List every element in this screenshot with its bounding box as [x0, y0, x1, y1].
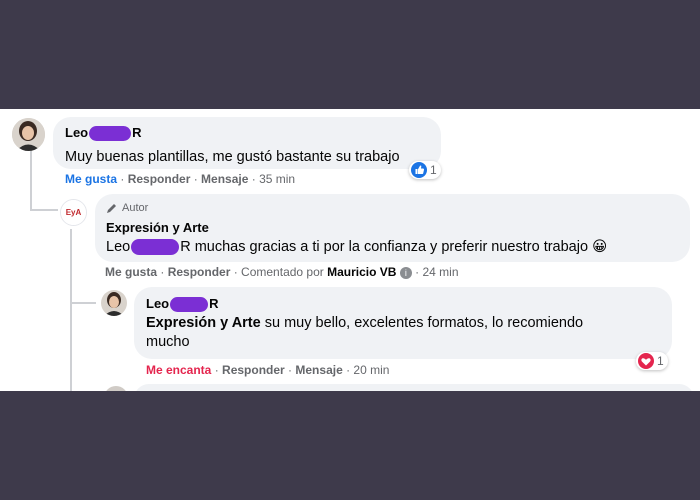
- svg-text:EyA: EyA: [66, 208, 82, 217]
- reply-author[interactable]: Expresión y Arte: [106, 220, 209, 235]
- thread-line: [70, 229, 72, 391]
- redacted-name: [131, 239, 180, 256]
- comments-panel: Leo R Muy buenas plantillas, me gustó bas…: [0, 109, 700, 391]
- mention[interactable]: Leo: [106, 239, 130, 255]
- pencil-icon: [107, 204, 116, 213]
- reply-actions: Me encanta · Responder · Mensaje · 20 mi…: [146, 363, 390, 377]
- comment-actions: Me gusta · Responder · Mensaje · 35 min: [65, 172, 296, 186]
- timestamp[interactable]: 35 min: [259, 172, 295, 186]
- reply-button[interactable]: Responder: [168, 265, 231, 279]
- reply-text: Leo R muchas gracias a ti por la confianz…: [106, 239, 608, 256]
- message-button[interactable]: Mensaje: [295, 363, 342, 377]
- reaction-summary[interactable]: 1: [636, 352, 668, 370]
- page-avatar[interactable]: EyA: [60, 199, 87, 226]
- avatar[interactable]: [101, 290, 127, 316]
- love-reaction-icon: [638, 353, 654, 369]
- avatar[interactable]: [12, 118, 45, 151]
- commenter-name[interactable]: Mauricio VB: [327, 265, 396, 279]
- thread-line: [30, 147, 32, 211]
- reaction-count: 1: [657, 354, 664, 368]
- comment-bubble: Leo R Muy buenas plantillas, me gustó bas…: [53, 117, 441, 169]
- redacted-name: [170, 297, 209, 313]
- reaction-summary[interactable]: 1: [409, 161, 441, 179]
- reaction-count: 1: [430, 163, 437, 177]
- info-icon[interactable]: i: [399, 266, 412, 279]
- timestamp[interactable]: 24 min: [422, 265, 458, 279]
- reply-actions: Me gusta · Responder · Comentado por Mau…: [105, 265, 459, 279]
- commented-by-label: Comentado por: [241, 265, 324, 279]
- comment-text: Muy buenas plantillas, me gustó bastante…: [65, 149, 400, 165]
- timestamp[interactable]: 20 min: [353, 363, 389, 377]
- mention[interactable]: Expresión y Arte: [146, 315, 261, 331]
- thread-line-branch: [70, 302, 96, 304]
- reply-text: Expresión y Arte su muy bello, excelente…: [146, 315, 584, 350]
- author-badge: Autor: [106, 202, 148, 214]
- reply-button[interactable]: Responder: [128, 172, 191, 186]
- grinning-emoji: 😀: [592, 239, 608, 255]
- reply-input-bubble[interactable]: [134, 384, 694, 391]
- like-button[interactable]: Me gusta: [65, 172, 117, 186]
- reply-bubble: Leo R Expresión y Arte su muy bello, exce…: [134, 287, 672, 359]
- thread-line-branch: [30, 209, 58, 211]
- like-reaction-icon: [411, 162, 427, 178]
- reply-bubble: Autor Expresión y Arte Leo R muchas graci…: [95, 194, 690, 262]
- reply-button[interactable]: Responder: [222, 363, 285, 377]
- avatar[interactable]: [104, 386, 128, 391]
- like-button[interactable]: Me gusta: [105, 265, 157, 279]
- redacted-name: [89, 126, 132, 142]
- love-button[interactable]: Me encanta: [146, 363, 211, 377]
- comment-author[interactable]: Leo R: [65, 125, 142, 142]
- message-button[interactable]: Mensaje: [201, 172, 248, 186]
- reply-author[interactable]: Leo R: [146, 296, 219, 313]
